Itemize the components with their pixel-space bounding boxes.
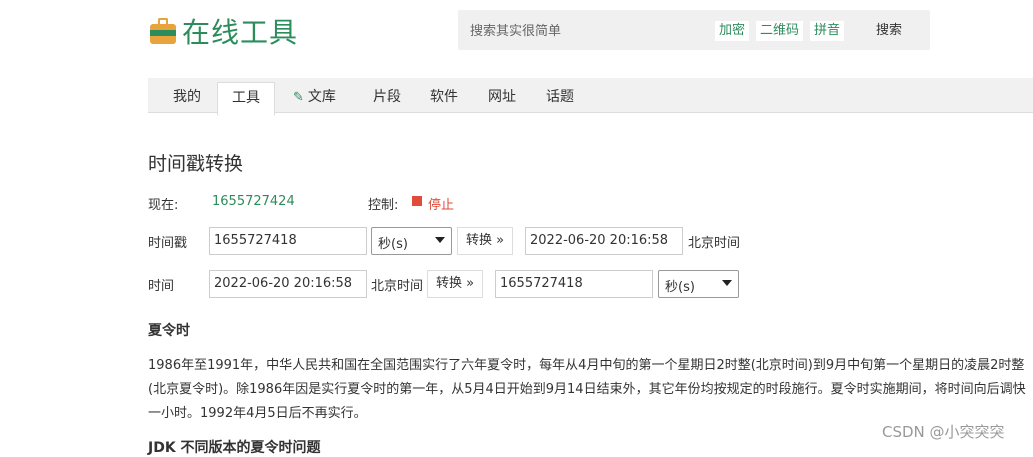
chevron-down-icon bbox=[722, 280, 732, 286]
search-input[interactable] bbox=[468, 16, 692, 46]
timestamp-label: 时间戳 bbox=[148, 236, 188, 251]
control-label: 控制: bbox=[368, 198, 399, 213]
tab-snippets[interactable]: 片段 bbox=[373, 78, 401, 112]
chevron-down-icon bbox=[435, 237, 445, 243]
feather-icon: ✎ bbox=[293, 90, 304, 105]
unit-select-value-2: 秒(s) bbox=[665, 280, 695, 295]
search-button[interactable]: 搜索 bbox=[876, 21, 902, 41]
timezone-label: 北京时间 bbox=[688, 236, 741, 251]
timezone-label-2: 北京时间 bbox=[371, 279, 424, 294]
tab-mine[interactable]: 我的 bbox=[173, 78, 201, 112]
timestamp-output-unit-select[interactable]: 秒(s) bbox=[658, 270, 739, 298]
timestamp-unit-select[interactable]: 秒(s) bbox=[371, 227, 452, 255]
tab-tools[interactable]: 工具 bbox=[217, 82, 275, 116]
tab-library[interactable]: ✎ 文库 bbox=[293, 78, 336, 112]
quick-link-encrypt[interactable]: 加密 bbox=[715, 21, 750, 41]
unit-select-value: 秒(s) bbox=[378, 237, 408, 252]
stop-button[interactable]: 停止 bbox=[428, 194, 454, 213]
tab-topics[interactable]: 话题 bbox=[546, 78, 574, 112]
convert-to-timestamp-button[interactable]: 转换 » bbox=[427, 270, 484, 298]
tab-software[interactable]: 软件 bbox=[430, 78, 458, 112]
page-title: 时间戳转换 bbox=[148, 153, 244, 175]
timestamp-output[interactable]: 1655727418 bbox=[495, 270, 653, 298]
time-output[interactable]: 2022-06-20 20:16:58 bbox=[525, 227, 683, 255]
stop-icon[interactable] bbox=[412, 196, 422, 206]
now-label: 现在: bbox=[148, 198, 179, 213]
main-nav: 我的 工具 ✎ 文库 片段 软件 网址 话题 bbox=[148, 78, 1033, 116]
section-heading-dst: 夏令时 bbox=[148, 323, 190, 339]
toolbox-icon bbox=[150, 18, 176, 44]
convert-to-time-button[interactable]: 转换 » bbox=[457, 227, 514, 255]
watermark: CSDN @小突突突 bbox=[882, 423, 1005, 441]
tab-urls[interactable]: 网址 bbox=[488, 78, 516, 112]
logo-text: 在线工具 bbox=[182, 16, 299, 49]
section-text-dst: 1986年至1991年，中华人民共和国在全国范围实行了六年夏令时，每年从4月中旬… bbox=[148, 358, 1026, 421]
now-timestamp: 1655727424 bbox=[212, 194, 295, 209]
site-logo[interactable]: 在线工具 bbox=[150, 14, 299, 49]
timestamp-input[interactable]: 1655727418 bbox=[209, 227, 367, 255]
section-heading-jdk: JDK 不同版本的夏令时问题 bbox=[148, 440, 321, 456]
tab-library-label: 文库 bbox=[307, 89, 336, 105]
quick-link-qrcode[interactable]: 二维码 bbox=[756, 21, 804, 41]
quick-link-pinyin[interactable]: 拼音 bbox=[810, 21, 845, 41]
time-input[interactable]: 2022-06-20 20:16:58 bbox=[209, 270, 367, 298]
search-bar: 加密 二维码 拼音 搜索 bbox=[458, 10, 930, 50]
time-label: 时间 bbox=[148, 279, 175, 294]
